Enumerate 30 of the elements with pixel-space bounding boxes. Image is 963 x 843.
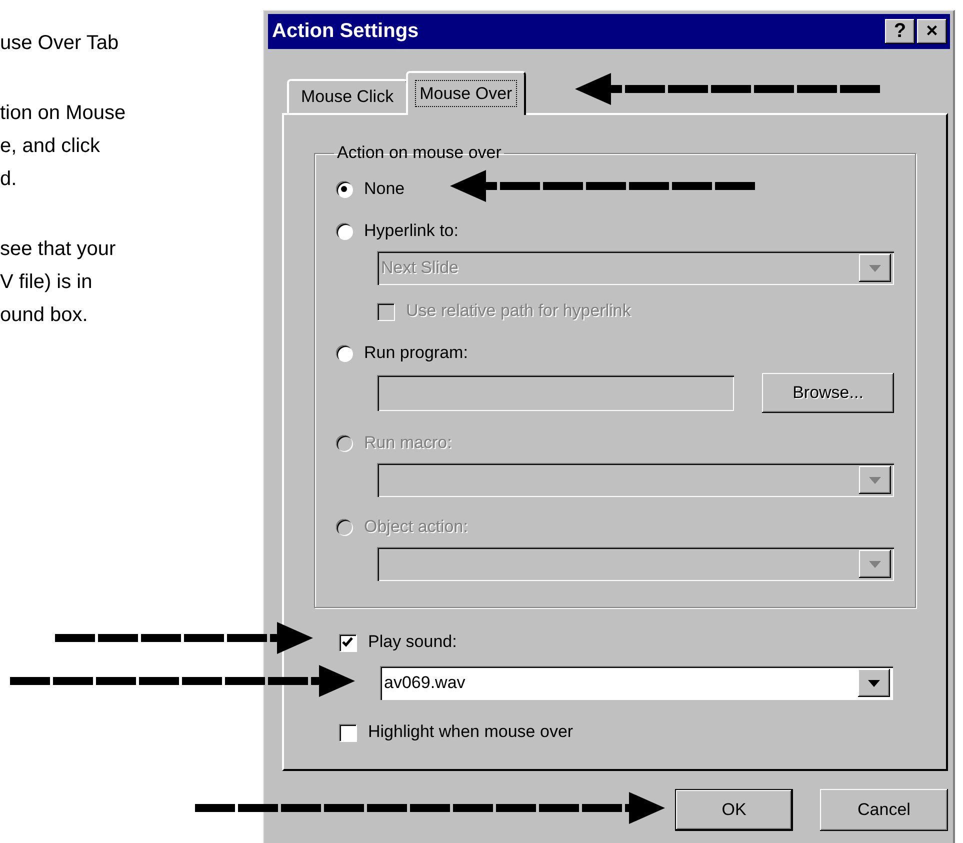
option-label: Object action: — [364, 517, 468, 537]
radio-button[interactable] — [336, 181, 352, 197]
option-label: Run macro: — [364, 433, 452, 453]
help-button[interactable]: ? — [885, 19, 915, 44]
checkbox-label: Highlight when mouse over — [368, 722, 574, 742]
checkbox-label: Play sound: — [368, 632, 457, 652]
instruction-text: see that your — [0, 237, 116, 262]
checkbox[interactable] — [339, 634, 356, 650]
dropdown-field: Next Slide — [377, 251, 894, 285]
ok-button[interactable]: OK — [675, 789, 793, 831]
instruction-text: d. — [0, 167, 17, 192]
instruction-text: tion on Mouse — [0, 101, 126, 126]
instruction-text: e, and click — [0, 134, 100, 159]
tab[interactable]: Mouse Click — [287, 79, 408, 113]
option-label: Run program: — [364, 343, 468, 363]
tab[interactable]: Mouse Over — [406, 71, 526, 115]
close-button[interactable]: × — [917, 19, 947, 44]
instruction-text: use Over Tab — [0, 31, 119, 56]
checkbox[interactable] — [339, 724, 356, 740]
group-title: Action on mouse over — [336, 143, 502, 163]
checkbox-label: Use relative path for hyperlink — [406, 301, 631, 321]
radio-button[interactable] — [336, 223, 352, 239]
instruction-text: ound box. — [0, 303, 88, 328]
option-label: None — [364, 179, 405, 199]
dropdown-field[interactable]: av069.wav — [380, 666, 893, 700]
window-title: Action Settings — [272, 20, 420, 43]
radio-button[interactable] — [336, 345, 352, 361]
option-label: Hyperlink to: — [364, 221, 458, 241]
cancel-button[interactable]: Cancel — [820, 789, 948, 831]
instruction-text: V file) is in — [0, 270, 92, 295]
